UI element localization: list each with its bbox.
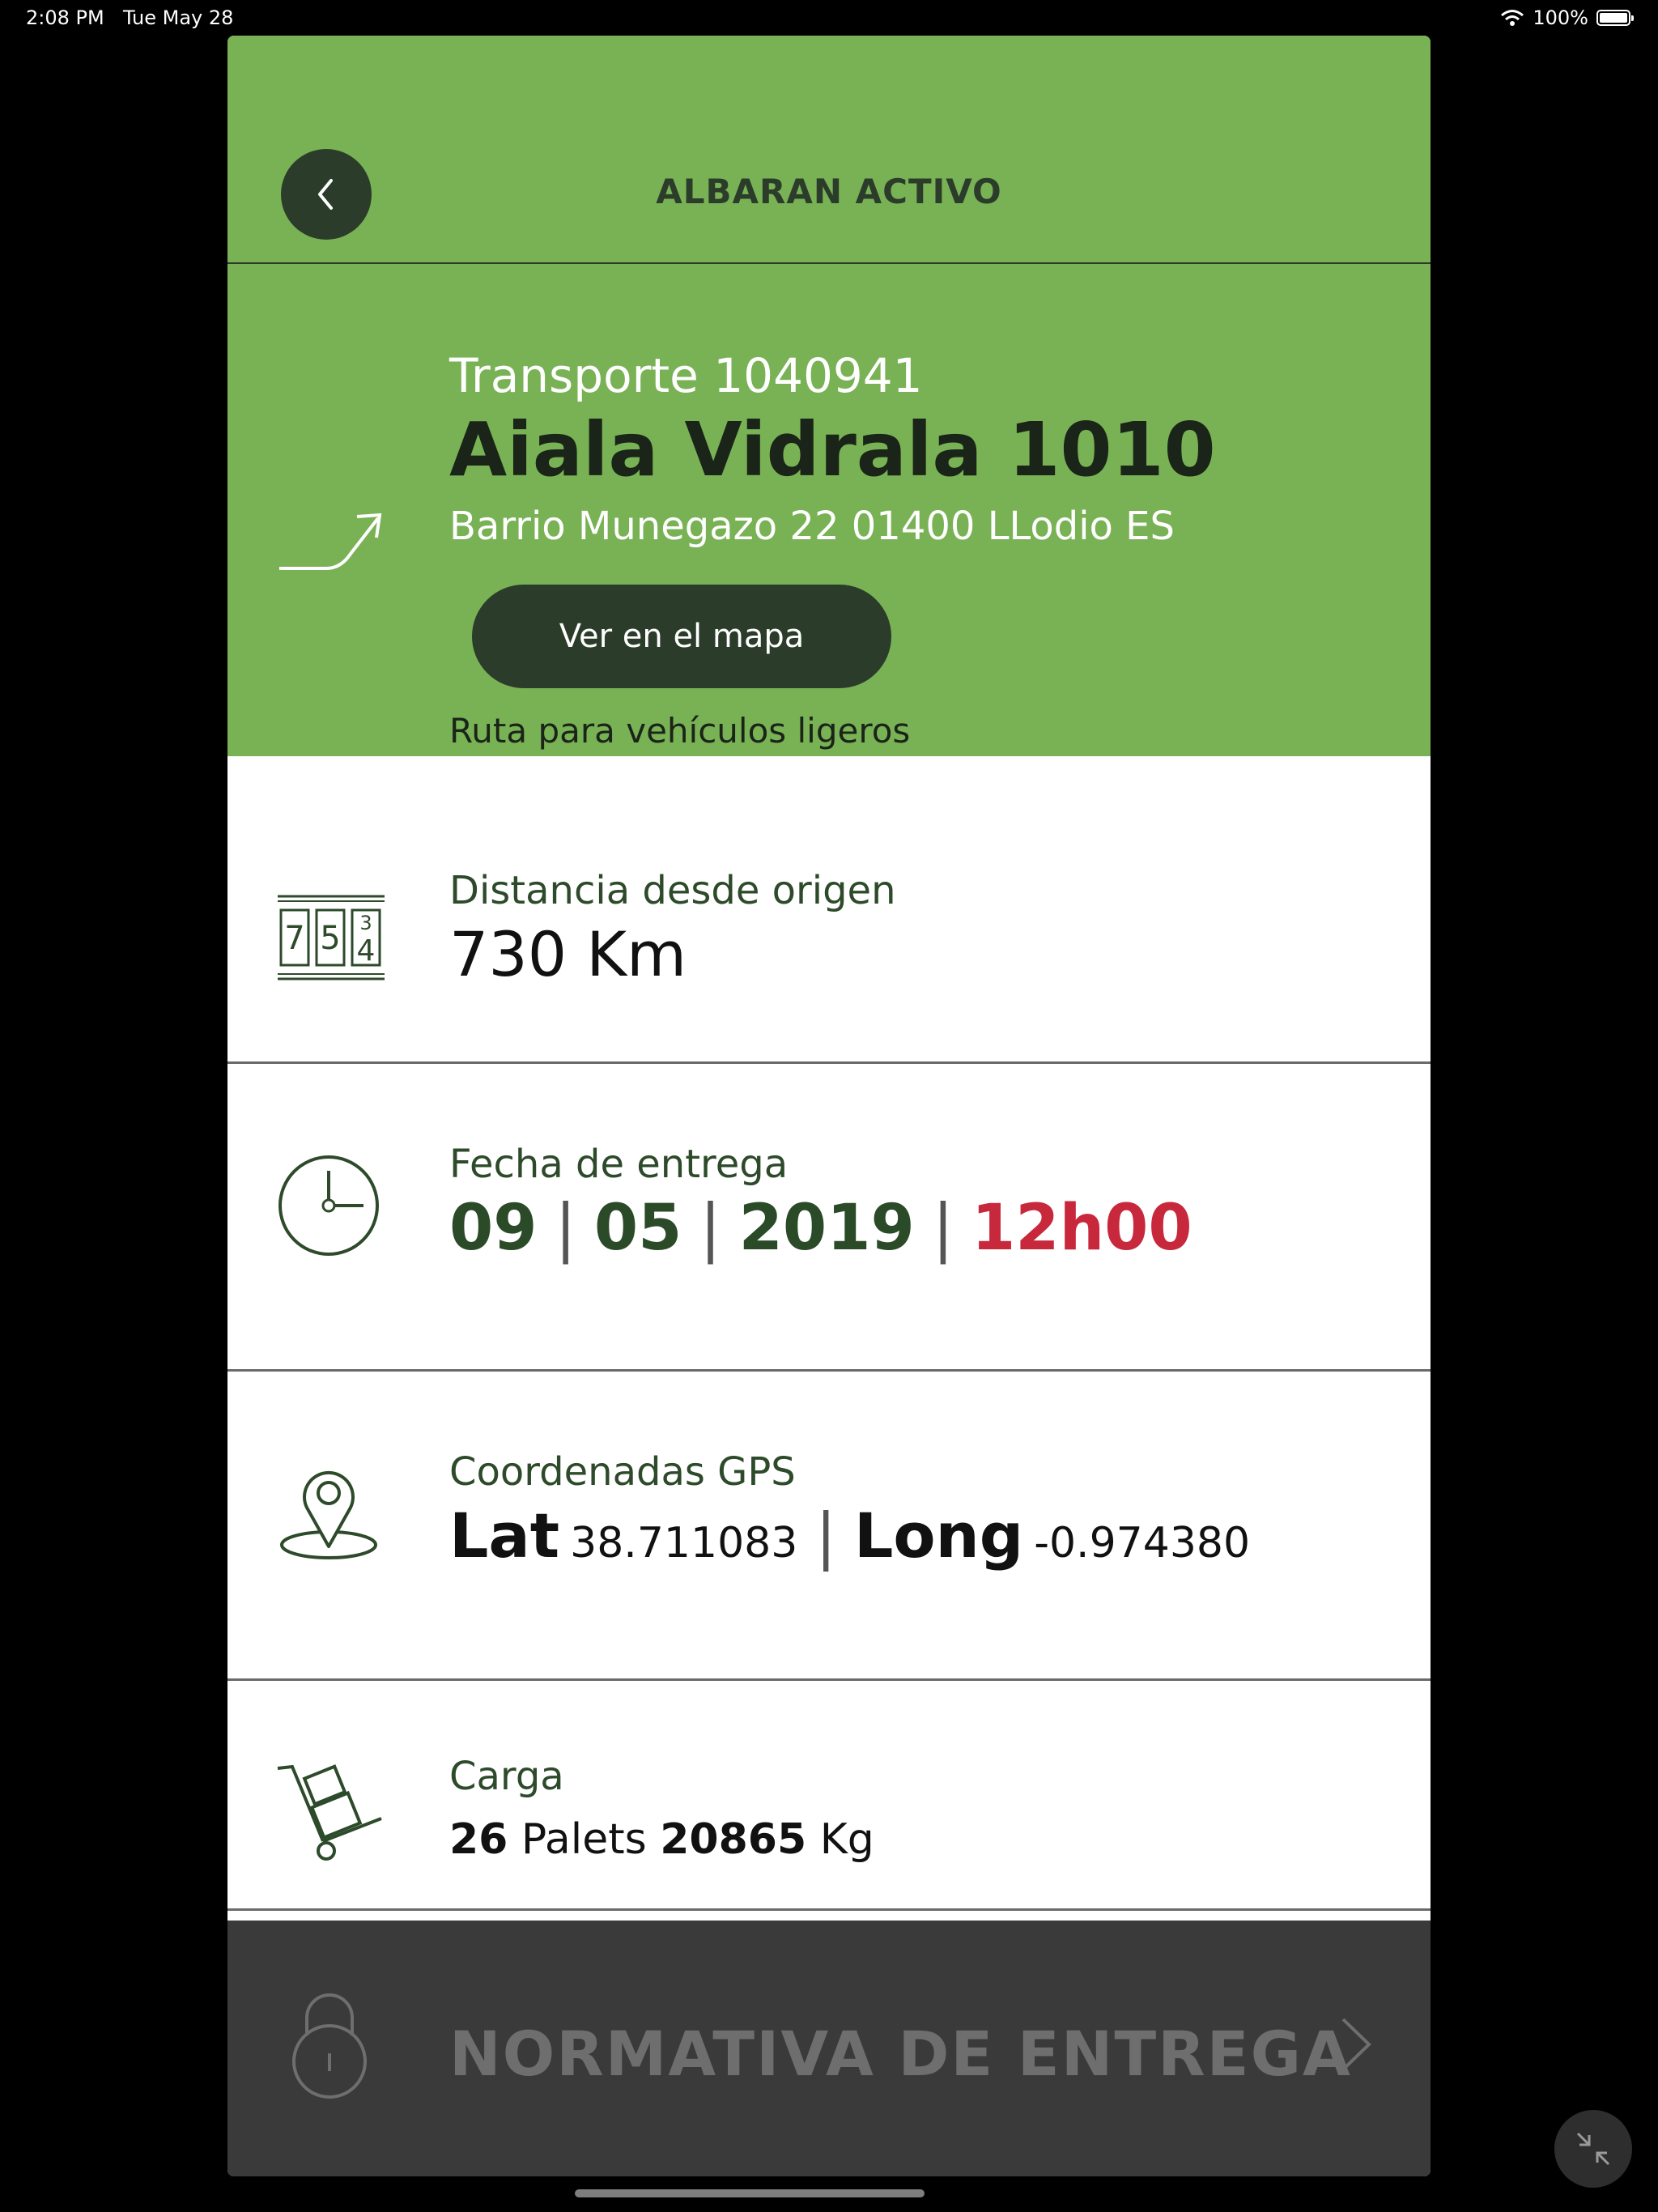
gps-row: Coordenadas GPS Lat 38.711083 | Long -0.97… — [227, 1372, 1431, 1681]
lat-label: Lat — [449, 1499, 560, 1572]
date-separator: | — [932, 1192, 954, 1265]
lock-icon — [292, 1993, 367, 2099]
delivery-month: 05 — [593, 1192, 682, 1265]
status-date: Tue May 28 — [123, 6, 234, 29]
load-label: Carga — [449, 1754, 564, 1799]
delivery-time: 12h00 — [971, 1192, 1192, 1265]
coord-separator: | — [815, 1499, 836, 1572]
lat-value: 38.711083 — [570, 1519, 798, 1568]
destination-address: Barrio Munegazo 22 01400 LLodio ES — [449, 504, 1175, 549]
delivery-year: 2019 — [738, 1192, 915, 1265]
battery-icon — [1596, 10, 1634, 26]
location-pin-icon — [280, 1471, 377, 1559]
delivery-date-row: Fecha de entrega 09 | 05 | 2019 | 12h00 — [227, 1064, 1431, 1372]
delivery-date-value: 09 | 05 | 2019 | 12h00 — [449, 1192, 1192, 1265]
pallets-count: 26 — [449, 1815, 508, 1864]
transport-number: Transporte 1040941 — [449, 348, 923, 403]
minimize-button[interactable] — [1554, 2110, 1632, 2188]
distance-label: Distancia desde origen — [449, 868, 896, 913]
long-value: -0.974380 — [1034, 1519, 1251, 1568]
weight-unit: Kg — [819, 1815, 874, 1864]
load-row: Carga 26 Palets 20865 Kg — [227, 1681, 1431, 1911]
distance-row: 7 5 3 4 Distancia desde origen 730 Km — [227, 756, 1431, 1064]
route-arrow-icon — [279, 513, 382, 570]
delivery-day: 09 — [449, 1192, 538, 1265]
long-label: Long — [853, 1499, 1024, 1572]
chevron-right-icon — [1341, 2018, 1371, 2071]
clock-icon — [278, 1155, 379, 1256]
header: ALBARAN ACTIVO — [227, 36, 1431, 264]
collapse-arrows-icon — [1576, 2132, 1610, 2166]
load-value: 26 Palets 20865 Kg — [449, 1815, 874, 1864]
date-separator: | — [699, 1192, 721, 1265]
odometer-digit-2: 5 — [320, 920, 340, 957]
odometer-digit-1: 7 — [284, 920, 304, 957]
wifi-icon — [1501, 10, 1524, 26]
view-map-button[interactable]: Ver en el mapa — [472, 585, 891, 688]
odometer-digit-4: 4 — [357, 934, 376, 968]
gps-label: Coordenadas GPS — [449, 1449, 796, 1495]
status-time: 2:08 PM — [26, 6, 104, 29]
odometer-icon: 7 5 3 4 — [278, 895, 385, 981]
page-title: ALBARAN ACTIVO — [656, 172, 1002, 211]
delivery-rules-button[interactable]: NORMATIVA DE ENTREGA — [227, 1921, 1431, 2176]
app-window: ALBARAN ACTIVO Transporte 1040941 Aiala … — [227, 36, 1431, 2176]
delivery-rules-label: NORMATIVA DE ENTREGA — [449, 2018, 1352, 2090]
transport-card: Transporte 1040941 Aiala Vidrala 1010 Ba… — [227, 264, 1431, 756]
battery-percent: 100% — [1533, 6, 1588, 29]
status-right: 100% — [1500, 6, 1634, 29]
weight-value: 20865 — [660, 1815, 807, 1864]
distance-value: 730 Km — [449, 918, 687, 990]
hand-truck-icon — [277, 1764, 382, 1861]
battery-fill — [1600, 13, 1627, 23]
date-separator: | — [555, 1192, 576, 1265]
odometer-digit-3: 3 — [359, 912, 372, 934]
gps-value: Lat 38.711083 | Long -0.974380 — [449, 1499, 1250, 1572]
home-indicator[interactable] — [575, 2189, 925, 2197]
route-type-label: Ruta para vehículos ligeros — [449, 711, 911, 751]
delivery-date-label: Fecha de entrega — [449, 1142, 789, 1187]
pallets-unit: Palets — [521, 1815, 647, 1864]
destination-name: Aiala Vidrala 1010 — [449, 406, 1216, 493]
status-bar: 2:08 PM Tue May 28 100% — [0, 0, 1658, 37]
